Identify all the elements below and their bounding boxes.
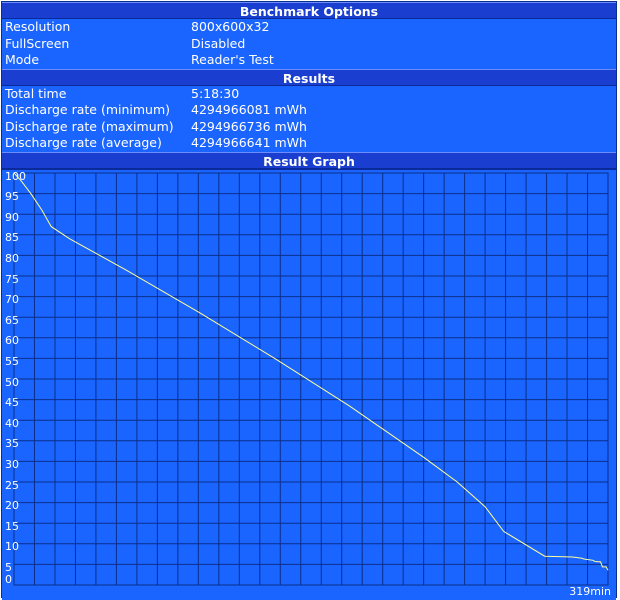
y-tick-label: 100 (5, 169, 26, 183)
result-row-discharge-max: Discharge rate (maximum) 4294966736 mWh (2, 118, 616, 135)
result-row-discharge-min: Discharge rate (minimum) 4294966081 mWh (2, 102, 616, 119)
y-tick-label: 40 (5, 416, 19, 430)
option-value: Disabled (191, 35, 246, 51)
y-tick-label: 25 (5, 478, 19, 492)
y-tick-label: 20 (5, 499, 19, 513)
result-graph-header: Result Graph (2, 151, 616, 169)
y-tick-label: 10 (5, 540, 19, 554)
result-label: Discharge rate (minimum) (5, 102, 171, 117)
y-tick-label: 80 (5, 251, 19, 265)
option-row-fullscreen: FullScreen Disabled (2, 35, 616, 52)
y-tick-label: 0 (5, 572, 12, 586)
y-tick-label: 15 (5, 519, 19, 533)
result-label: Total time (5, 85, 67, 101)
y-tick-label: 65 (5, 313, 19, 327)
result-label: Discharge rate (maximum) (5, 118, 174, 134)
y-tick-label: 95 (5, 190, 19, 204)
y-tick-label: 75 (5, 272, 19, 286)
result-graph-svg (13, 172, 609, 585)
option-value: Reader's Test (191, 52, 274, 67)
y-tick-label: 45 (5, 396, 19, 410)
y-tick-label: 85 (5, 231, 19, 245)
result-row-total-time: Total time 5:18:30 (2, 85, 616, 102)
y-tick-label: 50 (5, 375, 19, 389)
result-row-discharge-avg: Discharge rate (average) 4294966641 mWh (2, 135, 616, 152)
y-tick-label: 35 (5, 437, 19, 451)
result-value: 4294966736 mWh (191, 118, 307, 134)
option-row-resolution: Resolution 800x600x32 (2, 19, 616, 36)
result-value: 5:18:30 (191, 85, 240, 101)
results-header: Results (2, 68, 616, 86)
x-axis-max-label: 319min (569, 584, 611, 598)
option-label: Resolution (5, 19, 71, 34)
y-tick-label: 90 (5, 210, 19, 224)
y-tick-label: 5 (5, 560, 12, 574)
option-value: 800x600x32 (191, 19, 270, 34)
benchmark-options-header: Benchmark Options (2, 2, 616, 19)
option-row-mode: Mode Reader's Test (2, 52, 616, 69)
result-value: 4294966641 mWh (191, 135, 307, 150)
result-label: Discharge rate (average) (5, 135, 162, 150)
benchmark-window: Benchmark Options Resolution 800x600x32 … (1, 1, 617, 600)
result-value: 4294966081 mWh (191, 102, 307, 117)
y-tick-label: 30 (5, 457, 19, 471)
y-tick-label: 55 (5, 354, 19, 368)
y-tick-label: 60 (5, 334, 19, 348)
option-label: FullScreen (5, 35, 70, 51)
y-tick-label: 70 (5, 293, 19, 307)
option-label: Mode (5, 52, 40, 67)
result-graph: 319min 0 5 10 15 20 25 30 35 40 45 50 55 60 65 70 75 80 8… (2, 168, 616, 600)
